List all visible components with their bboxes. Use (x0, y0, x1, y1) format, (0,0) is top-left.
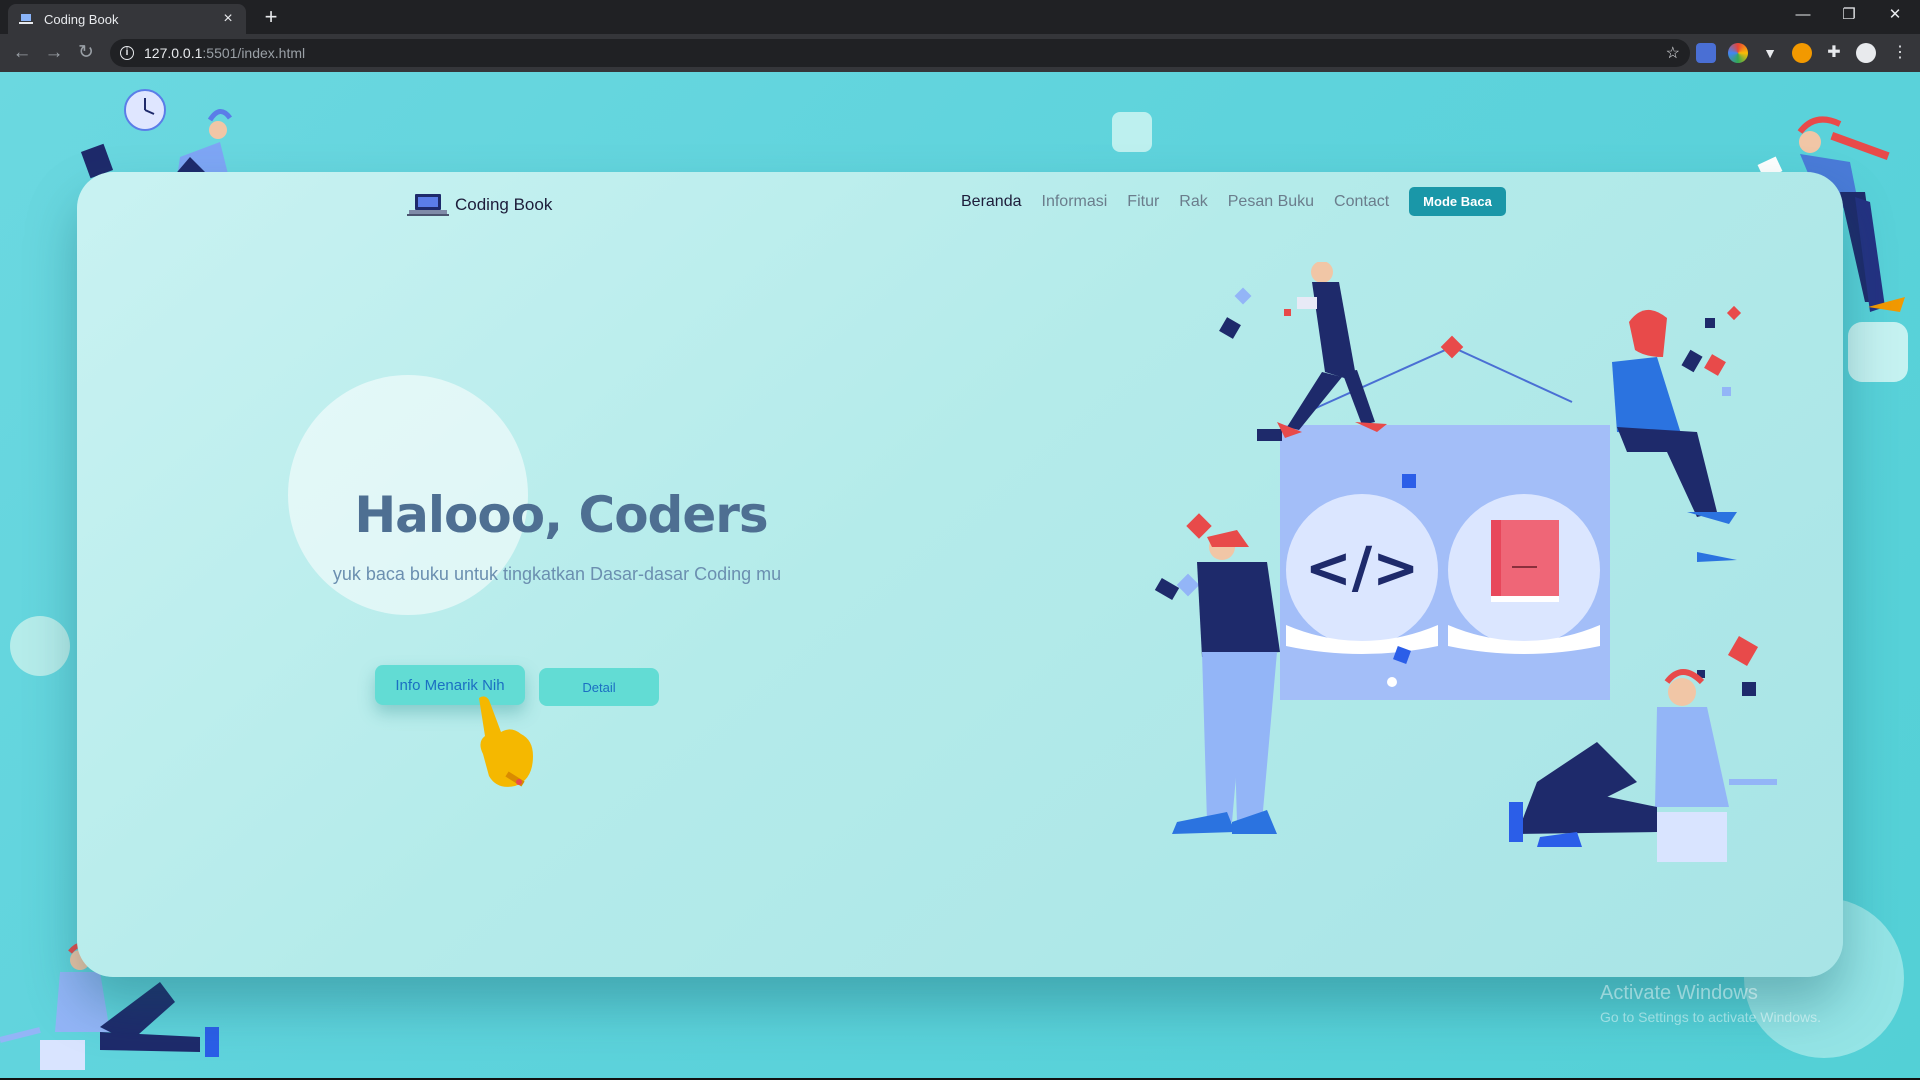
minimize-icon[interactable]: — (1780, 0, 1826, 30)
logo-text: Coding Book (455, 195, 553, 214)
code-symbol: </> (1305, 536, 1419, 601)
watermark-title: Activate Windows (1600, 982, 1758, 1004)
nav-pesan-buku[interactable]: Pesan Buku (1228, 193, 1314, 211)
vue-extension-icon[interactable]: ▼ (1760, 43, 1780, 63)
hero-title: Halooo, Coders (354, 486, 768, 544)
main-navigation: Beranda Informasi Fitur Rak Pesan Buku C… (961, 187, 1506, 216)
close-window-icon[interactable]: ✕ (1872, 0, 1918, 30)
windows-activation-watermark: Activate Windows Go to Settings to activ… (1600, 982, 1821, 1025)
url-host: 127.0.0.1 (144, 45, 203, 61)
translate-extension-icon[interactable] (1696, 43, 1716, 63)
hero-card: Coding Book Beranda Informasi Fitur Rak … (77, 172, 1843, 977)
extensions-puzzle-icon[interactable]: ✚ (1824, 43, 1844, 63)
address-bar[interactable]: i 127.0.0.1 :5501/index.html ☆ (110, 39, 1690, 67)
nav-informasi[interactable]: Informasi (1042, 193, 1108, 211)
tab-title: Coding Book (44, 11, 119, 27)
watermark-subtitle: Go to Settings to activate Windows. (1600, 1009, 1821, 1025)
nav-rak[interactable]: Rak (1179, 193, 1207, 211)
menu-kebab-icon[interactable]: ⋮ (1890, 43, 1910, 63)
close-tab-icon[interactable]: × (220, 11, 236, 27)
browser-tabstrip: Coding Book × + — ❐ ✕ (0, 0, 1920, 34)
profile-avatar-icon[interactable] (1856, 43, 1876, 63)
pointing-hand-icon (479, 696, 533, 787)
site-info-icon[interactable]: i (120, 46, 134, 60)
color-extension-icon[interactable] (1728, 43, 1748, 63)
decorative-circle-left (10, 616, 70, 676)
site-logo[interactable]: Coding Book (407, 192, 552, 218)
mode-baca-button[interactable]: Mode Baca (1409, 187, 1506, 216)
nav-contact[interactable]: Contact (1334, 193, 1389, 211)
detail-button[interactable]: Detail (539, 668, 659, 706)
nav-fitur[interactable]: Fitur (1127, 193, 1159, 211)
page-background: Coding Book Beranda Informasi Fitur Rak … (0, 72, 1920, 1078)
hero-subtitle: yuk baca buku untuk tingkatkan Dasar-das… (332, 564, 782, 584)
url-path: :5501/index.html (202, 45, 306, 61)
back-icon[interactable]: ← (10, 41, 34, 65)
coders-illustration: </> (1154, 262, 1777, 862)
restore-icon[interactable]: ❐ (1826, 0, 1872, 30)
laptop-logo-icon (407, 194, 449, 216)
decorative-square (1112, 112, 1152, 152)
bookmark-star-icon[interactable]: ☆ (1666, 43, 1680, 63)
forward-icon[interactable]: → (42, 41, 66, 65)
reload-icon[interactable]: ↻ (74, 41, 98, 65)
laptop-favicon-icon (19, 14, 33, 24)
browser-toolbar: ← → ↻ i 127.0.0.1 :5501/index.html ☆ ▼ ✚… (0, 34, 1920, 72)
theme-extension-icon[interactable] (1792, 43, 1812, 63)
new-tab-button[interactable]: + (258, 4, 284, 30)
nav-beranda[interactable]: Beranda (961, 193, 1022, 211)
browser-tab[interactable]: Coding Book × (8, 4, 246, 34)
